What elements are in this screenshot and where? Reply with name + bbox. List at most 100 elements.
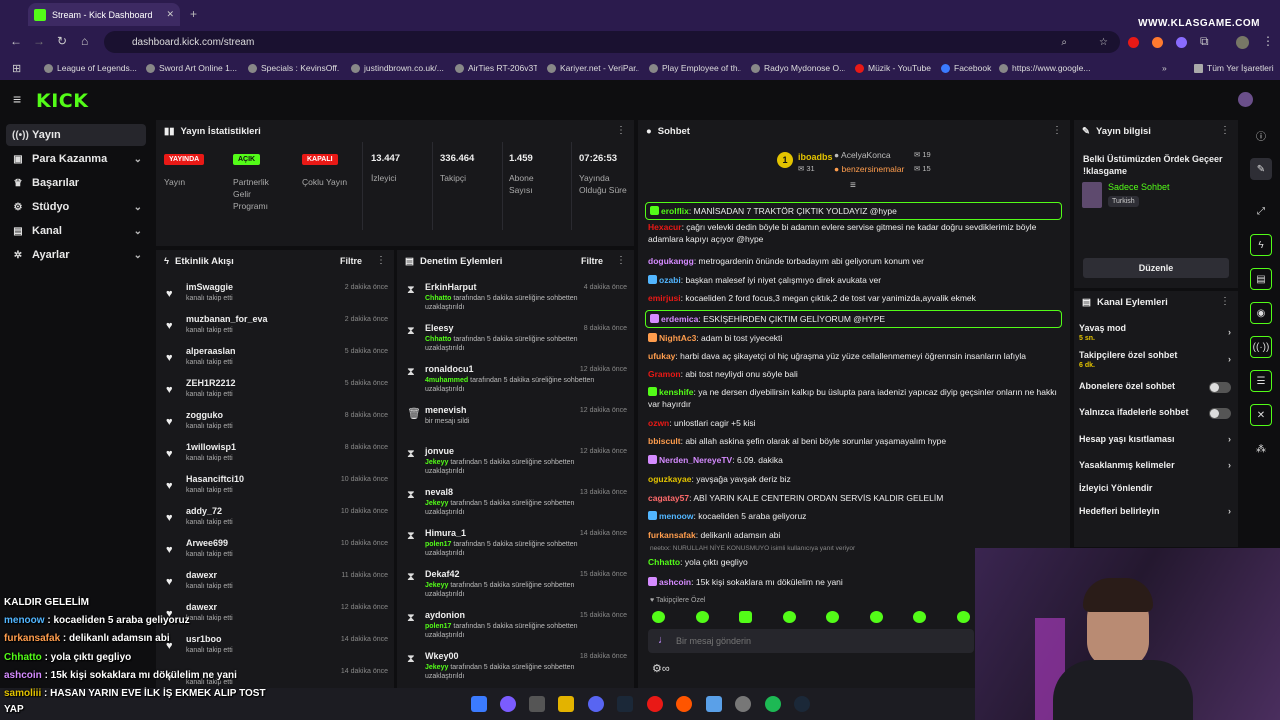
chat-username[interactable]: Gramon [648, 369, 681, 379]
chat-username[interactable]: bbiscult [648, 436, 681, 446]
chat-username[interactable]: ozwn [648, 418, 669, 428]
lightning-icon[interactable]: ϟ [1250, 234, 1272, 256]
pencil-icon[interactable]: ✎ [1250, 158, 1272, 180]
chat-input[interactable] [676, 633, 956, 649]
follower-name[interactable]: ZEH1R2212 [186, 378, 236, 388]
file-explorer-icon[interactable] [558, 696, 574, 712]
bookmark-item[interactable]: AirTies RT-206v3TT [455, 63, 537, 73]
list-item[interactable]: ♥ Hasanciftci10 kanalı takip etti 10 dakika… [164, 474, 388, 504]
extension-icon[interactable] [1128, 37, 1139, 48]
all-bookmarks[interactable]: Tüm Yer İşaretleri [1194, 63, 1274, 73]
moderated-user[interactable]: menevish [425, 405, 467, 415]
bookmark-item[interactable]: https://www.google... [999, 63, 1095, 73]
expand-icon[interactable]: ⤢ [1250, 200, 1272, 222]
list-item[interactable]: ♥ ZEH1R2212 kanalı takip etti 5 dakika önce [164, 378, 388, 408]
follower-name[interactable]: dawexr [186, 570, 217, 580]
chat-username[interactable]: Chhatto [648, 557, 680, 567]
moderated-user[interactable]: aydonion [425, 610, 465, 620]
steam-icon[interactable] [617, 696, 633, 712]
chat-username[interactable]: ozabi [659, 275, 681, 285]
chat-username[interactable]: ashcoin [659, 577, 691, 587]
set-goals-item[interactable]: Hedefleri belirleyin › [1079, 506, 1231, 516]
emote-chat-toggle[interactable] [1209, 408, 1231, 419]
apps-grid-icon[interactable]: ⊞ [12, 62, 21, 75]
moderated-user[interactable]: ErkinHarput [425, 282, 477, 292]
spotify-icon[interactable] [765, 696, 781, 712]
chat-username[interactable]: emirjusi [648, 293, 681, 303]
stats-menu-icon[interactable]: ⋮ [616, 125, 626, 136]
follower-name[interactable]: muzbanan_for_eva [186, 314, 268, 324]
chat-username[interactable]: ufukay [648, 351, 675, 361]
moderator-name[interactable]: Jekeyy [425, 664, 448, 671]
close-tab-icon[interactable]: ✕ [166, 9, 174, 20]
chat-username[interactable]: Hexacur [648, 222, 682, 232]
chat-settings-icon[interactable]: ⚙∞ [652, 662, 670, 675]
extension-cloud-icon[interactable] [1176, 37, 1187, 48]
subs-chat-item[interactable]: Abonelere özel sohbet [1079, 381, 1231, 393]
emote-icon[interactable] [739, 611, 752, 623]
chat-username[interactable]: dogukangg [648, 256, 694, 266]
subs-chat-toggle[interactable] [1209, 382, 1231, 393]
bookmark-item[interactable]: League of Legends... [44, 63, 138, 73]
wrench-icon[interactable]: ✕ [1250, 404, 1272, 426]
age-restriction-item[interactable]: Hesap yaşı kısıtlaması › [1079, 434, 1231, 444]
list-item[interactable]: ♥ dawexr kanalı takip etti 11 dakika önce [164, 570, 388, 600]
emote-icon[interactable] [913, 611, 926, 623]
list-icon[interactable]: ☰ [1250, 370, 1272, 392]
channel-actions-menu-icon[interactable]: ⋮ [1220, 296, 1230, 307]
xbox-icon[interactable] [735, 696, 751, 712]
moderation-menu-icon[interactable]: ⋮ [616, 255, 626, 266]
broadcast-icon[interactable]: ((·)) [1250, 336, 1272, 358]
moderator-name[interactable]: polen17 [425, 623, 451, 630]
moderated-user[interactable]: neval8 [425, 487, 453, 497]
list-item[interactable]: ⧗ jonvue Jekeyy tarafından 5 dakika süreli… [405, 446, 627, 486]
moderator-name[interactable]: Chhatto [425, 336, 451, 343]
list-item[interactable]: 🗑 menevish bir mesajı sildi 12 dakika önce [405, 405, 627, 445]
moderated-user[interactable]: Himura_1 [425, 528, 466, 538]
moderated-user[interactable]: Wkey00 [425, 651, 459, 661]
chat-username[interactable]: cagatay57 [648, 493, 689, 503]
emote-chat-item[interactable]: Yalnızca ifadelerle sohbet [1079, 407, 1231, 419]
moderator-name[interactable]: Jekeyy [425, 582, 448, 589]
chat-username[interactable]: kenshife [659, 387, 694, 397]
sidebar-item-studyo[interactable]: ⚙ Stüdyo ⌄ [6, 196, 146, 218]
slow-mode-item[interactable]: Yavaş mod 5 sn. › [1079, 323, 1231, 342]
zoom-icon[interactable]: ⌕ [1061, 37, 1067, 48]
list-item[interactable]: ⧗ Himura_1 polen17 tarafından 5 dakika sür… [405, 528, 627, 568]
emote-icon[interactable] [826, 611, 839, 623]
follower-name[interactable]: addy_72 [186, 506, 222, 516]
bookmark-item[interactable]: Müzik - YouTube [855, 63, 931, 73]
photos-icon[interactable] [706, 696, 722, 712]
forward-icon[interactable]: → [33, 34, 45, 48]
chat-username[interactable]: menoow [659, 511, 693, 521]
profile-avatar[interactable] [1236, 36, 1249, 49]
bookmark-item[interactable]: Specials : KevinsOff... [248, 63, 340, 73]
emote-icon[interactable] [957, 611, 970, 623]
bookmark-item[interactable]: Play Employee of th... [649, 63, 741, 73]
follower-name[interactable]: dawexr [186, 602, 217, 612]
list-item[interactable]: ♥ muzbanan_for_eva kanalı takip etti 2 daki… [164, 314, 388, 344]
emote-icon[interactable] [696, 611, 709, 623]
sidebar-item-ayarlar[interactable]: ✲ Ayarlar ⌄ [6, 244, 146, 266]
leader-2[interactable]: ● AcelyaKonca [834, 150, 891, 160]
bookmark-star-icon[interactable]: ☆ [1099, 37, 1108, 48]
moderation-filter-button[interactable]: Filtre [581, 256, 603, 266]
more-bookmarks-icon[interactable]: » [1162, 63, 1167, 73]
list-item[interactable]: ♥ Arwee699 kanalı takip etti 10 dakika önce [164, 538, 388, 568]
follower-name[interactable]: Arwee699 [186, 538, 228, 548]
follower-name[interactable]: zogguko [186, 410, 223, 420]
reload-icon[interactable]: ↻ [57, 34, 67, 48]
copilot-icon[interactable] [500, 696, 516, 712]
list-item[interactable]: ♥ usr1boo kanalı takip etti 14 dakika önce [164, 634, 388, 664]
hamburger-menu-icon[interactable]: ≡ [13, 91, 21, 107]
leader-3[interactable]: ● benzersinemalar [834, 164, 904, 174]
emote-icon[interactable] [783, 611, 796, 623]
list-item[interactable]: ♥ imSwaggie kanalı takip etti 2 dakika önce [164, 282, 388, 312]
clipboard-icon[interactable]: ▤ [1250, 268, 1272, 290]
bookmark-item[interactable]: justindbrown.co.uk/... [351, 63, 449, 73]
chat-username[interactable]: Nerden_NereyeTV [659, 455, 732, 465]
moderated-user[interactable]: jonvue [425, 446, 454, 456]
follower-name[interactable]: imSwaggie [186, 282, 233, 292]
sidebar-item-para-kazanma[interactable]: ▣ Para Kazanma ⌄ [6, 148, 146, 170]
list-item[interactable]: ⧗ Dekaf42 Jekeyy tarafından 5 dakika sürel… [405, 569, 627, 609]
